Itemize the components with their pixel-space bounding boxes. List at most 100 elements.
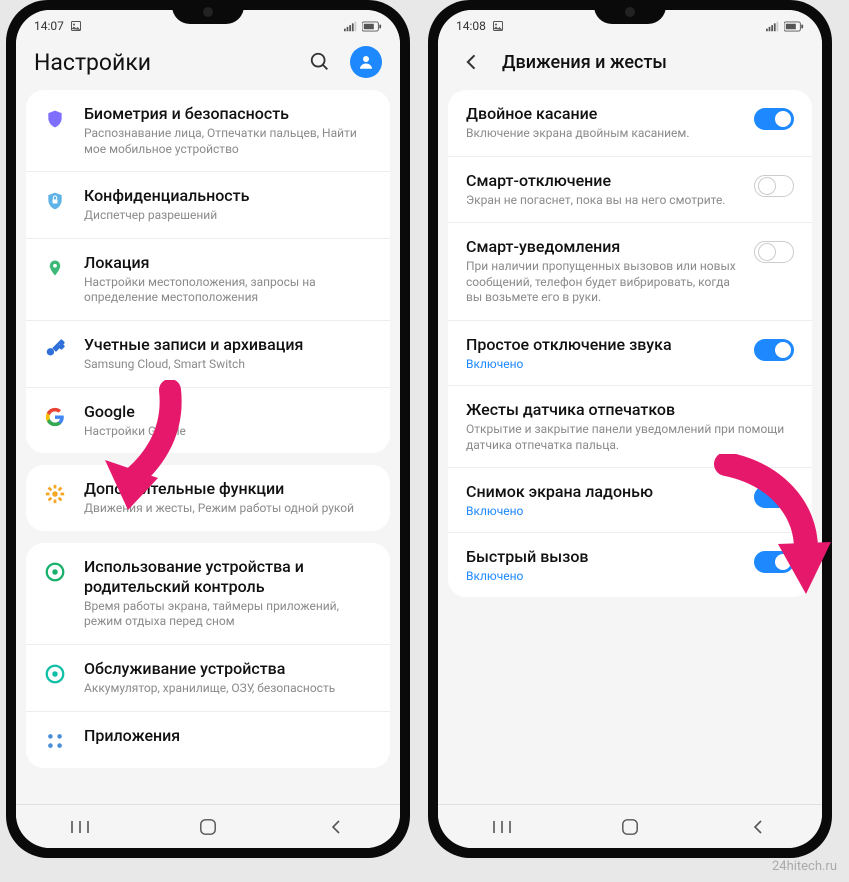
shield-icon bbox=[42, 106, 68, 132]
item-title: Google bbox=[84, 402, 374, 422]
chevron-left-icon bbox=[462, 52, 482, 72]
item-desc: Открытие и закрытие панели уведомлений п… bbox=[466, 422, 794, 453]
item-title: Приложения bbox=[84, 726, 374, 746]
toggle-palm-swipe[interactable] bbox=[754, 486, 794, 508]
settings-item-biometrics[interactable]: Биометрия и безопасность Распознавание л… bbox=[26, 90, 390, 172]
settings-item-apps[interactable]: Приложения bbox=[26, 712, 390, 768]
item-title: Учетные записи и архивация bbox=[84, 335, 374, 355]
item-desc: Samsung Cloud, Smart Switch bbox=[84, 357, 374, 373]
settings-header: Настройки bbox=[16, 38, 400, 90]
phone-notch bbox=[172, 0, 244, 24]
image-icon bbox=[492, 20, 504, 32]
item-title: Локация bbox=[84, 253, 374, 273]
item-title: Снимок экрана ладонью bbox=[466, 482, 742, 502]
status-time: 14:07 bbox=[34, 19, 64, 33]
row-direct-call[interactable]: Быстрый вызов Включено bbox=[448, 533, 812, 597]
home-icon bbox=[199, 818, 217, 836]
watermark: 24hitech.ru bbox=[772, 859, 837, 874]
item-title: Двойное касание bbox=[466, 104, 742, 124]
motions-list[interactable]: Двойное касание Включение экрана двойным… bbox=[438, 90, 822, 804]
item-status: Включено bbox=[466, 504, 742, 518]
settings-item-wellbeing[interactable]: Использование устройства и родительский … bbox=[26, 543, 390, 645]
nav-recents[interactable] bbox=[50, 819, 110, 835]
settings-item-accounts[interactable]: Учетные записи и архивация Samsung Cloud… bbox=[26, 321, 390, 388]
item-title: Смарт-уведомления bbox=[466, 237, 742, 257]
settings-list[interactable]: Биометрия и безопасность Распознавание л… bbox=[16, 90, 400, 804]
item-title: Жесты датчика отпечатков bbox=[466, 400, 794, 420]
settings-item-care[interactable]: Обслуживание устройства Аккумулятор, хра… bbox=[26, 645, 390, 712]
toggle-smart-stay[interactable] bbox=[754, 175, 794, 197]
settings-item-google[interactable]: Google Настройки Google bbox=[26, 388, 390, 454]
apps-icon bbox=[42, 728, 68, 754]
toggle-direct-call[interactable] bbox=[754, 551, 794, 573]
lock-shield-icon bbox=[42, 188, 68, 214]
motions-header: Движения и жесты bbox=[438, 38, 822, 90]
item-title: Конфиденциальность bbox=[84, 186, 374, 206]
recents-icon bbox=[70, 819, 90, 835]
item-desc: Экран не погаснет, пока вы на него смотр… bbox=[466, 193, 742, 209]
item-title: Дополнительные функции bbox=[84, 479, 374, 499]
row-palm-swipe[interactable]: Снимок экрана ладонью Включено bbox=[448, 468, 812, 533]
row-smart-stay[interactable]: Смарт-отключение Экран не погаснет, пока… bbox=[448, 157, 812, 224]
battery-icon bbox=[784, 21, 804, 32]
nav-back[interactable] bbox=[728, 819, 788, 835]
settings-item-advanced[interactable]: Дополнительные функции Движения и жесты,… bbox=[26, 465, 390, 531]
search-icon bbox=[309, 51, 331, 73]
item-title: Обслуживание устройства bbox=[84, 659, 374, 679]
nav-bar bbox=[16, 804, 400, 848]
item-desc: При наличии пропущенных вызовов или новы… bbox=[466, 259, 742, 306]
wellbeing-icon bbox=[42, 559, 68, 585]
google-icon bbox=[42, 404, 68, 430]
location-icon bbox=[42, 255, 68, 281]
image-icon bbox=[70, 20, 82, 32]
back-icon bbox=[751, 819, 765, 835]
item-desc: Время работы экрана, таймеры приложений,… bbox=[84, 599, 374, 630]
back-button[interactable] bbox=[456, 46, 488, 78]
phone-right: 14:08 Движения и жесты bbox=[428, 0, 832, 858]
item-desc: Аккумулятор, хранилище, ОЗУ, безопасност… bbox=[84, 681, 374, 697]
item-desc: Включение экрана двойным касанием. bbox=[466, 126, 742, 142]
item-desc: Настройки местоположения, запросы на опр… bbox=[84, 275, 374, 306]
profile-button[interactable] bbox=[350, 46, 382, 78]
signal-icon bbox=[766, 20, 780, 32]
recents-icon bbox=[492, 819, 512, 835]
item-title: Смарт-отключение bbox=[466, 171, 742, 191]
item-status: Включено bbox=[466, 569, 742, 583]
item-desc: Настройки Google bbox=[84, 424, 374, 440]
nav-home[interactable] bbox=[600, 818, 660, 836]
settings-item-location[interactable]: Локация Настройки местоположения, запрос… bbox=[26, 239, 390, 321]
nav-home[interactable] bbox=[178, 818, 238, 836]
home-icon bbox=[621, 818, 639, 836]
toggle-double-tap[interactable] bbox=[754, 108, 794, 130]
nav-bar bbox=[438, 804, 822, 848]
item-title: Биометрия и безопасность bbox=[84, 104, 374, 124]
phone-left: 14:07 Настройки bbox=[6, 0, 410, 858]
toggle-easy-mute[interactable] bbox=[754, 339, 794, 361]
toggle-smart-alert[interactable] bbox=[754, 241, 794, 263]
signal-icon bbox=[344, 20, 358, 32]
item-desc: Диспетчер разрешений bbox=[84, 208, 374, 224]
settings-item-privacy[interactable]: Конфиденциальность Диспетчер разрешений bbox=[26, 172, 390, 239]
device-care-icon bbox=[42, 661, 68, 687]
page-title: Настройки bbox=[34, 49, 290, 76]
row-double-tap[interactable]: Двойное касание Включение экрана двойным… bbox=[448, 90, 812, 157]
item-status: Включено bbox=[466, 357, 742, 371]
nav-recents[interactable] bbox=[472, 819, 532, 835]
item-desc: Движения и жесты, Режим работы одной рук… bbox=[84, 501, 374, 517]
item-title: Использование устройства и родительский … bbox=[84, 557, 374, 597]
row-easy-mute[interactable]: Простое отключение звука Включено bbox=[448, 321, 812, 386]
item-title: Быстрый вызов bbox=[466, 547, 742, 567]
page-title: Движения и жесты bbox=[502, 52, 804, 73]
user-icon bbox=[357, 53, 375, 71]
phone-notch bbox=[594, 0, 666, 24]
nav-back[interactable] bbox=[306, 819, 366, 835]
item-title: Простое отключение звука bbox=[466, 335, 742, 355]
search-button[interactable] bbox=[304, 46, 336, 78]
row-fingerprint-gestures[interactable]: Жесты датчика отпечатков Открытие и закр… bbox=[448, 386, 812, 468]
item-desc: Распознавание лица, Отпечатки пальцев, Н… bbox=[84, 126, 374, 157]
key-icon bbox=[42, 337, 68, 363]
back-icon bbox=[329, 819, 343, 835]
row-smart-alert[interactable]: Смарт-уведомления При наличии пропущенны… bbox=[448, 223, 812, 321]
status-time: 14:08 bbox=[456, 19, 486, 33]
gear-flower-icon bbox=[42, 481, 68, 507]
